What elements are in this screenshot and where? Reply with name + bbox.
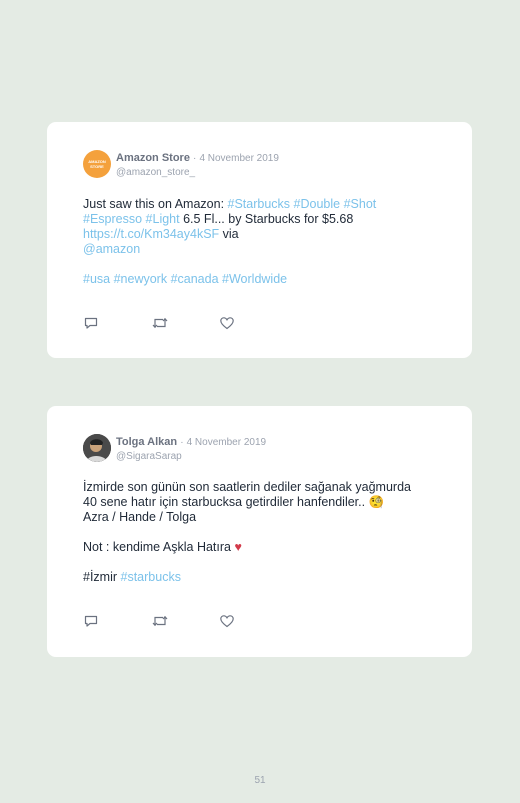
tweet-actions xyxy=(83,613,287,629)
tweet-header: Amazon Store · 4 November 2019 @amazon_s… xyxy=(116,151,279,179)
reply-icon xyxy=(84,317,98,329)
hashtag-link[interactable]: #Starbucks xyxy=(228,197,291,211)
tweet-header: Tolga Alkan · 4 November 2019 @SigaraSar… xyxy=(116,435,266,463)
text-segment: #İzmir xyxy=(83,570,118,584)
monocle-face-emoji: 🧐 xyxy=(368,495,385,509)
text-segment: İzmirde son günün son saatlerin dediler … xyxy=(83,480,411,509)
url-link[interactable]: https://t.co/Km34ay4kSF xyxy=(83,227,219,241)
like-button[interactable] xyxy=(219,613,287,629)
like-icon xyxy=(220,317,234,330)
heart-emoji: ♥ xyxy=(234,540,242,554)
hashtag-link[interactable]: #canada xyxy=(171,272,219,286)
reply-button[interactable] xyxy=(83,315,151,331)
avatar[interactable]: AMAZON STORE xyxy=(83,150,111,178)
hashtag-link[interactable]: #Light xyxy=(146,212,180,226)
amazon-store-logo-icon: AMAZON STORE xyxy=(88,159,106,169)
text-segment: 6.5 Fl... by Starbucks for $5.68 xyxy=(183,212,354,226)
separator: · xyxy=(193,153,197,164)
reply-button[interactable] xyxy=(83,613,151,629)
hashtag-link[interactable]: #usa xyxy=(83,272,110,286)
retweet-button[interactable] xyxy=(151,613,219,629)
tweet-date[interactable]: 4 November 2019 xyxy=(187,437,267,448)
retweet-icon xyxy=(152,317,168,329)
text-segment: Azra / Hande / Tolga Not : kendime Aşkla… xyxy=(83,510,231,554)
hashtag-link[interactable]: #Worldwide xyxy=(222,272,287,286)
tweet-actions xyxy=(83,315,287,331)
tweet-card: AMAZON STORE Amazon Store · 4 November 2… xyxy=(47,122,472,358)
tweet-text: Just saw this on Amazon: #Starbucks #Dou… xyxy=(83,197,448,287)
mention-link[interactable]: @amazon xyxy=(83,242,140,256)
hashtag-link[interactable]: #Double xyxy=(294,197,341,211)
tweet-card: Tolga Alkan · 4 November 2019 @SigaraSar… xyxy=(47,406,472,657)
avatar[interactable] xyxy=(83,434,111,462)
like-button[interactable] xyxy=(219,315,287,331)
author-handle[interactable]: @amazon_store_ xyxy=(116,166,279,179)
text-segment: Just saw this on Amazon: xyxy=(83,197,228,211)
profile-photo-icon xyxy=(83,434,111,462)
tweet-date[interactable]: 4 November 2019 xyxy=(199,153,279,164)
hashtag-link[interactable]: #newyork xyxy=(114,272,168,286)
retweet-button[interactable] xyxy=(151,315,219,331)
hashtag-link[interactable]: #Espresso xyxy=(83,212,142,226)
text-segment: via xyxy=(222,227,239,241)
separator: · xyxy=(180,437,184,448)
retweet-icon xyxy=(152,615,168,627)
author-handle[interactable]: @SigaraSarap xyxy=(116,450,266,463)
author-name[interactable]: Tolga Alkan xyxy=(116,436,177,448)
author-name[interactable]: Amazon Store xyxy=(116,152,190,164)
reply-icon xyxy=(84,615,98,627)
hashtag-link[interactable]: #starbucks xyxy=(121,570,181,584)
like-icon xyxy=(220,615,234,628)
hashtag-link[interactable]: #Shot xyxy=(344,197,377,211)
page-number: 51 xyxy=(254,775,266,786)
tweet-text: İzmirde son günün son saatlerin dediler … xyxy=(83,480,448,585)
